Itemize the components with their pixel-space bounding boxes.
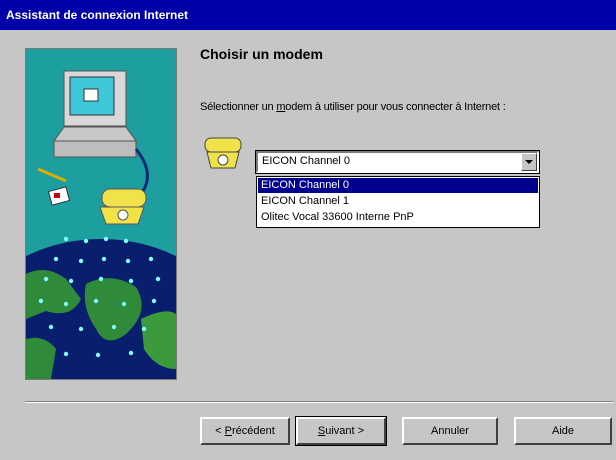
- modem-dropdown-list[interactable]: EICON Channel 0 EICON Channel 1 Olitec V…: [256, 176, 540, 228]
- back-access-key: P: [224, 425, 232, 437]
- title-bar[interactable]: Assistant de connexion Internet: [0, 0, 616, 30]
- instruction-text-part: Sélectionner un: [200, 101, 277, 113]
- next-label: uivant >: [325, 425, 365, 437]
- instruction-text: Sélectionner un modem à utiliser pour vo…: [200, 101, 506, 113]
- dropdown-arrow-button[interactable]: [521, 153, 537, 171]
- page-title: Choisir un modem: [200, 46, 323, 62]
- window-title: Assistant de connexion Internet: [6, 8, 189, 22]
- instruction-access-key: m: [276, 101, 286, 113]
- next-button[interactable]: Suivant >: [295, 416, 387, 446]
- separator: [25, 401, 613, 403]
- modem-option[interactable]: Olitec Vocal 33600 Interne PnP: [258, 210, 538, 225]
- wizard-window: Assistant de connexion Internet Choisir …: [0, 0, 616, 460]
- help-button[interactable]: Aide: [514, 417, 612, 445]
- modem-option[interactable]: EICON Channel 0: [258, 178, 538, 193]
- telephone-icon: [201, 130, 245, 174]
- back-label: récédent: [232, 425, 275, 437]
- modem-option[interactable]: EICON Channel 1: [258, 194, 538, 209]
- back-button[interactable]: < Précédent: [200, 417, 290, 445]
- modem-select-value: EICON Channel 0: [262, 155, 351, 167]
- instruction-text-part: odem à utiliser pour vous connecter à In…: [285, 101, 506, 113]
- cancel-button[interactable]: Annuler: [402, 417, 498, 445]
- chevron-down-icon: [525, 160, 533, 164]
- computer-globe-illustration: [26, 49, 176, 379]
- wizard-illustration: [25, 48, 177, 380]
- modem-select[interactable]: EICON Channel 0: [255, 150, 540, 174]
